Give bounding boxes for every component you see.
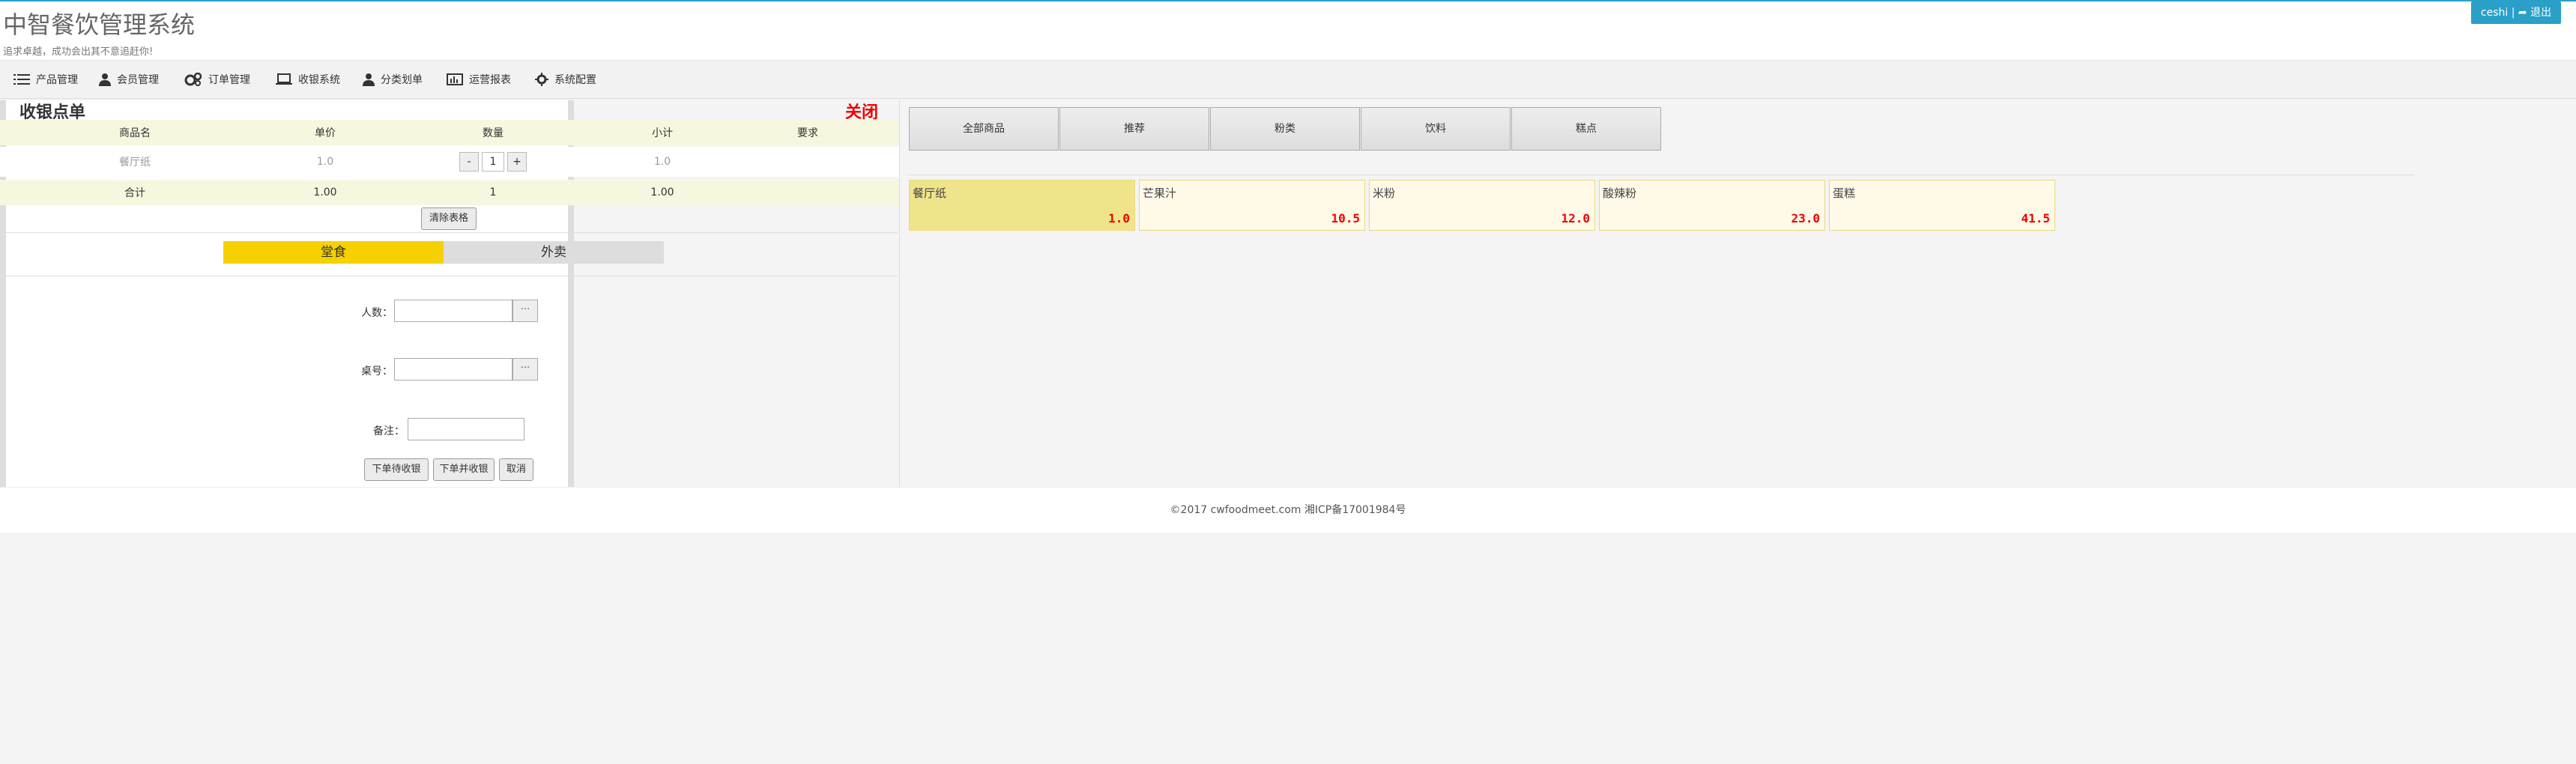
item-subtotal: 1.0 [653,156,671,168]
order-pending-button[interactable]: 下单待收银 [364,458,429,481]
total-subtotal: 1.00 [650,187,674,198]
main-nav: 产品管理 会员管理 订单管理 收银系统 分类划单 运营报表 系统配置 [0,60,2576,99]
quantity-field[interactable]: 1 [482,152,504,172]
nav-label: 分类划单 [381,74,423,86]
username[interactable]: ceshi [2481,7,2508,19]
category-pastries[interactable]: 糕点 [1511,107,1661,151]
header [0,1,2576,60]
bar-chart-icon [447,73,463,85]
app-subtitle: 追求卓越，成功会出其不意追赶你! [3,46,154,58]
total-label: 合计 [124,187,145,199]
item-price: 1.0 [316,156,334,168]
tab-dine-in[interactable]: 堂食 [223,241,444,264]
product-card[interactable]: 芒果汁 10.5 [1139,180,1365,231]
product-price: 41.5 [2021,211,2050,225]
separator: | [2511,7,2518,19]
column-header-subtotal: 小计 [652,127,673,139]
nav-item-order-management[interactable]: 订单管理 [184,71,250,88]
product-name: 米粉 [1373,187,1396,200]
logout-icon: ➦ [2518,7,2527,19]
product-price: 1.0 [1108,211,1130,225]
nav-item-cashier-system[interactable]: 收银系统 [276,71,340,88]
category-noodles[interactable]: 粉类 [1210,107,1360,151]
item-name: 餐厅纸 [119,157,151,169]
cogs-icon [184,73,202,86]
nav-item-product-management[interactable]: 产品管理 [13,71,78,88]
people-field[interactable] [394,300,513,322]
list-icon [13,74,30,85]
column-header-name: 商品名 [119,127,151,139]
note-field[interactable] [408,418,524,440]
table-row: 餐厅纸 1.0 - 1 + 1.0 [0,147,899,177]
app-title: 中智餐饮管理系统 [3,10,196,39]
category-drinks[interactable]: 饮料 [1361,107,1511,151]
product-card[interactable]: 酸辣粉 23.0 [1599,180,1825,231]
product-name: 蛋糕 [1833,187,1856,200]
logout-label[interactable]: 退出 [2530,7,2551,19]
product-name: 酸辣粉 [1603,187,1637,200]
cancel-button[interactable]: 取消 [499,458,533,481]
footer-copyright: ©2017 cwfoodmeet.com 湘ICP备17001984号 [1170,504,1406,516]
people-more-button[interactable]: ··· [513,300,538,322]
table-label: 桌号： [361,366,393,378]
product-card[interactable]: 蛋糕 41.5 [1829,180,2055,231]
note-label: 备注： [373,425,405,437]
column-header-requirement: 要求 [797,127,818,139]
increase-button[interactable]: + [507,152,527,172]
gear-icon [535,73,548,86]
nav-label: 产品管理 [36,74,78,86]
order-and-pay-button[interactable]: 下单并收银 [433,458,495,481]
product-price: 10.5 [1331,211,1360,225]
product-card[interactable]: 餐厅纸 1.0 [909,180,1135,231]
product-price: 12.0 [1561,211,1590,225]
footer: ©2017 cwfoodmeet.com 湘ICP备17001984号 [0,487,2576,533]
order-table-header: 商品名 单价 数量 小计 要求 [0,120,899,145]
user-icon [363,73,375,86]
tab-takeaway[interactable]: 外卖 [444,241,664,264]
nav-item-member-management[interactable]: 会员管理 [99,71,159,88]
total-row: 合计 1.00 1 1.00 [0,180,899,205]
user-logout-button[interactable]: ceshi | ➦ 退出 [2471,1,2561,24]
divider [6,232,898,233]
table-number-field[interactable] [394,358,513,381]
quantity-stepper: - 1 + [418,152,568,172]
product-name: 餐厅纸 [913,187,947,200]
product-card[interactable]: 米粉 12.0 [1369,180,1595,231]
category-recommended[interactable]: 推荐 [1059,107,1209,151]
total-qty: 1 [489,187,497,198]
table-more-button[interactable]: ··· [513,358,538,381]
nav-item-operation-reports[interactable]: 运营报表 [447,71,511,88]
product-panel [899,100,2576,487]
nav-label: 收银系统 [298,74,340,86]
clear-table-button[interactable]: 清除表格 [421,207,477,230]
category-all[interactable]: 全部商品 [909,107,1059,151]
column-header-qty: 数量 [483,127,504,139]
total-price: 1.00 [313,187,337,198]
product-price: 23.0 [1791,211,1820,225]
nav-label: 系统配置 [554,74,596,86]
nav-label: 会员管理 [117,74,159,86]
people-label: 人数： [361,307,393,319]
nav-label: 订单管理 [208,74,250,86]
laptop-icon [276,73,292,85]
column-header-price: 单价 [315,127,336,139]
nav-item-category-orders[interactable]: 分类划单 [363,71,423,88]
product-name: 芒果汁 [1143,187,1177,200]
nav-label: 运营报表 [469,74,511,86]
nav-item-system-config[interactable]: 系统配置 [535,71,596,88]
user-icon [99,73,111,86]
decrease-button[interactable]: - [459,152,479,172]
